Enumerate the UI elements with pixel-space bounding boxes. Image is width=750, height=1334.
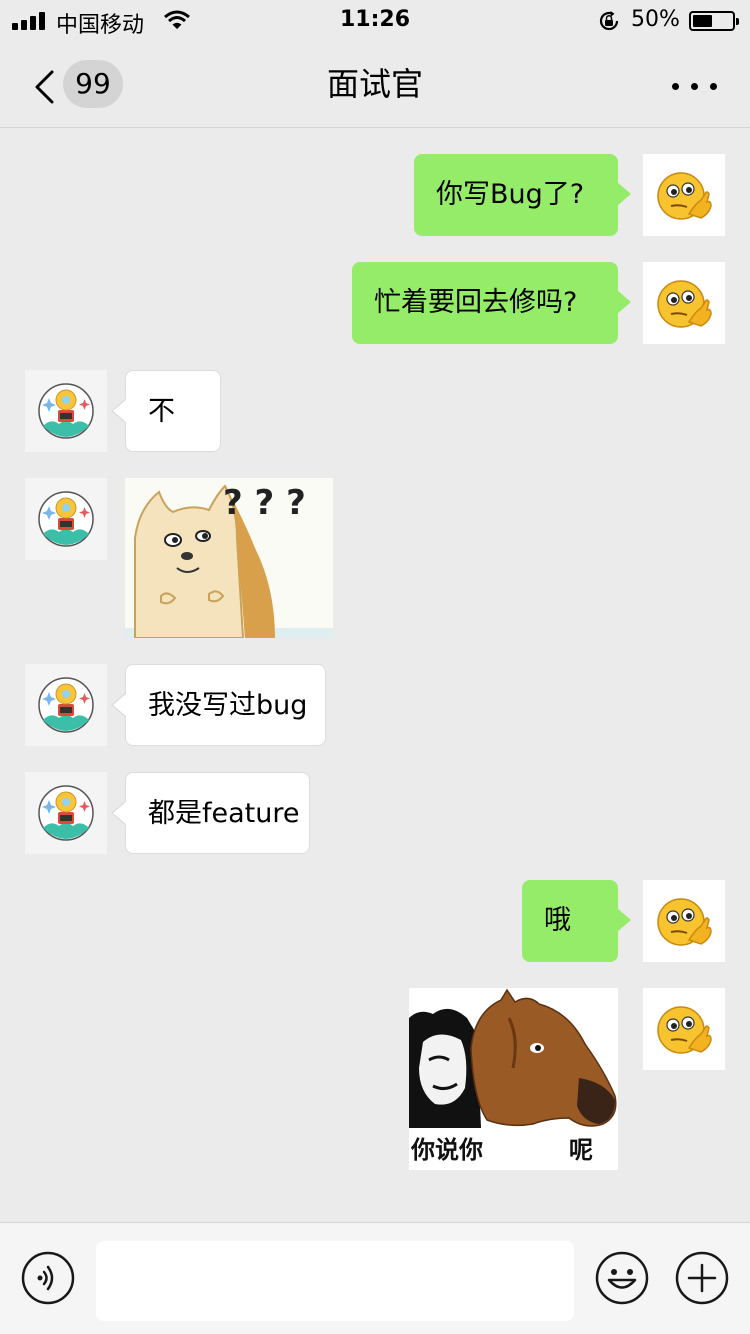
status-bar: 中国移动 11:26 50% [0,0,750,42]
message-text: 哦 [544,905,571,936]
battery-level [693,15,712,27]
message-bubble-me[interactable]: 哦 [522,880,631,962]
panda-horse-illustration: 你说你 呢 [409,988,617,1164]
message-row-me: 你说你 呢 [0,988,750,1170]
thinking-emoji-avatar [657,172,712,220]
contact-avatar[interactable] [25,478,107,560]
message-row-me: 你写Bug了? [0,154,750,236]
my-avatar[interactable] [643,880,725,962]
contact-avatar[interactable] [25,772,107,854]
nav-bar: 99 面试官 [0,42,750,128]
plus-circle-icon[interactable] [675,1251,729,1305]
smiley-icon[interactable] [595,1251,649,1305]
sticker-caption-left: 你说你 [410,1136,483,1164]
my-avatar[interactable] [643,154,725,236]
battery-percent: 50% [631,7,680,32]
message-input[interactable] [96,1241,574,1321]
message-text: 我没写过bug [148,690,308,721]
sticker-caption: ? ? ? [223,483,306,523]
sticker-caption-right: 呢 [569,1136,593,1164]
message-row-them: 都是feature [0,772,750,854]
voice-icon[interactable] [21,1251,75,1305]
rotation-lock-icon [599,11,619,31]
rocket-lightbulb-avatar [38,677,94,733]
input-bar [0,1222,750,1334]
rocket-lightbulb-avatar [38,383,94,439]
contact-avatar[interactable] [25,370,107,452]
more-dots-icon[interactable] [670,72,720,100]
panda-horse-mask-sticker[interactable]: 你说你 呢 [409,988,618,1170]
back-button[interactable]: 99 [24,60,124,112]
chevron-left-icon [35,70,54,104]
rocket-lightbulb-avatar [38,785,94,841]
message-text: 你写Bug了? [436,179,585,210]
wifi-icon [164,10,190,29]
unread-count-badge: 99 [63,60,123,108]
message-text: 都是feature [148,798,300,829]
contact-avatar[interactable] [25,664,107,746]
message-bubble-me[interactable]: 忙着要回去修吗? [352,262,631,344]
thinking-emoji-avatar [657,898,712,946]
doge-illustration: ? ? ? [125,483,333,638]
message-bubble-them[interactable]: 不 [111,370,221,452]
my-avatar[interactable] [643,988,725,1070]
message-row-me: 忙着要回去修吗? [0,262,750,344]
thinking-emoji-avatar [657,1006,712,1054]
rocket-lightbulb-avatar [38,491,94,547]
message-row-them: 我没写过bug [0,664,750,746]
message-bubble-them[interactable]: 都是feature [111,772,310,854]
confused-doge-sticker[interactable]: ? ? ? [125,478,333,638]
thinking-emoji-avatar [657,280,712,328]
message-text: 忙着要回去修吗? [374,287,578,318]
my-avatar[interactable] [643,262,725,344]
battery-icon [689,11,739,31]
message-bubble-them[interactable]: 我没写过bug [111,664,326,746]
carrier-name: 中国移动 [56,13,145,38]
message-bubble-me[interactable]: 你写Bug了? [414,154,631,236]
message-row-them: ? ? ? [0,478,750,638]
signal-bars-icon [12,12,48,30]
message-row-them: 不 [0,370,750,452]
message-text: 不 [148,396,175,427]
message-row-me: 哦 [0,880,750,962]
